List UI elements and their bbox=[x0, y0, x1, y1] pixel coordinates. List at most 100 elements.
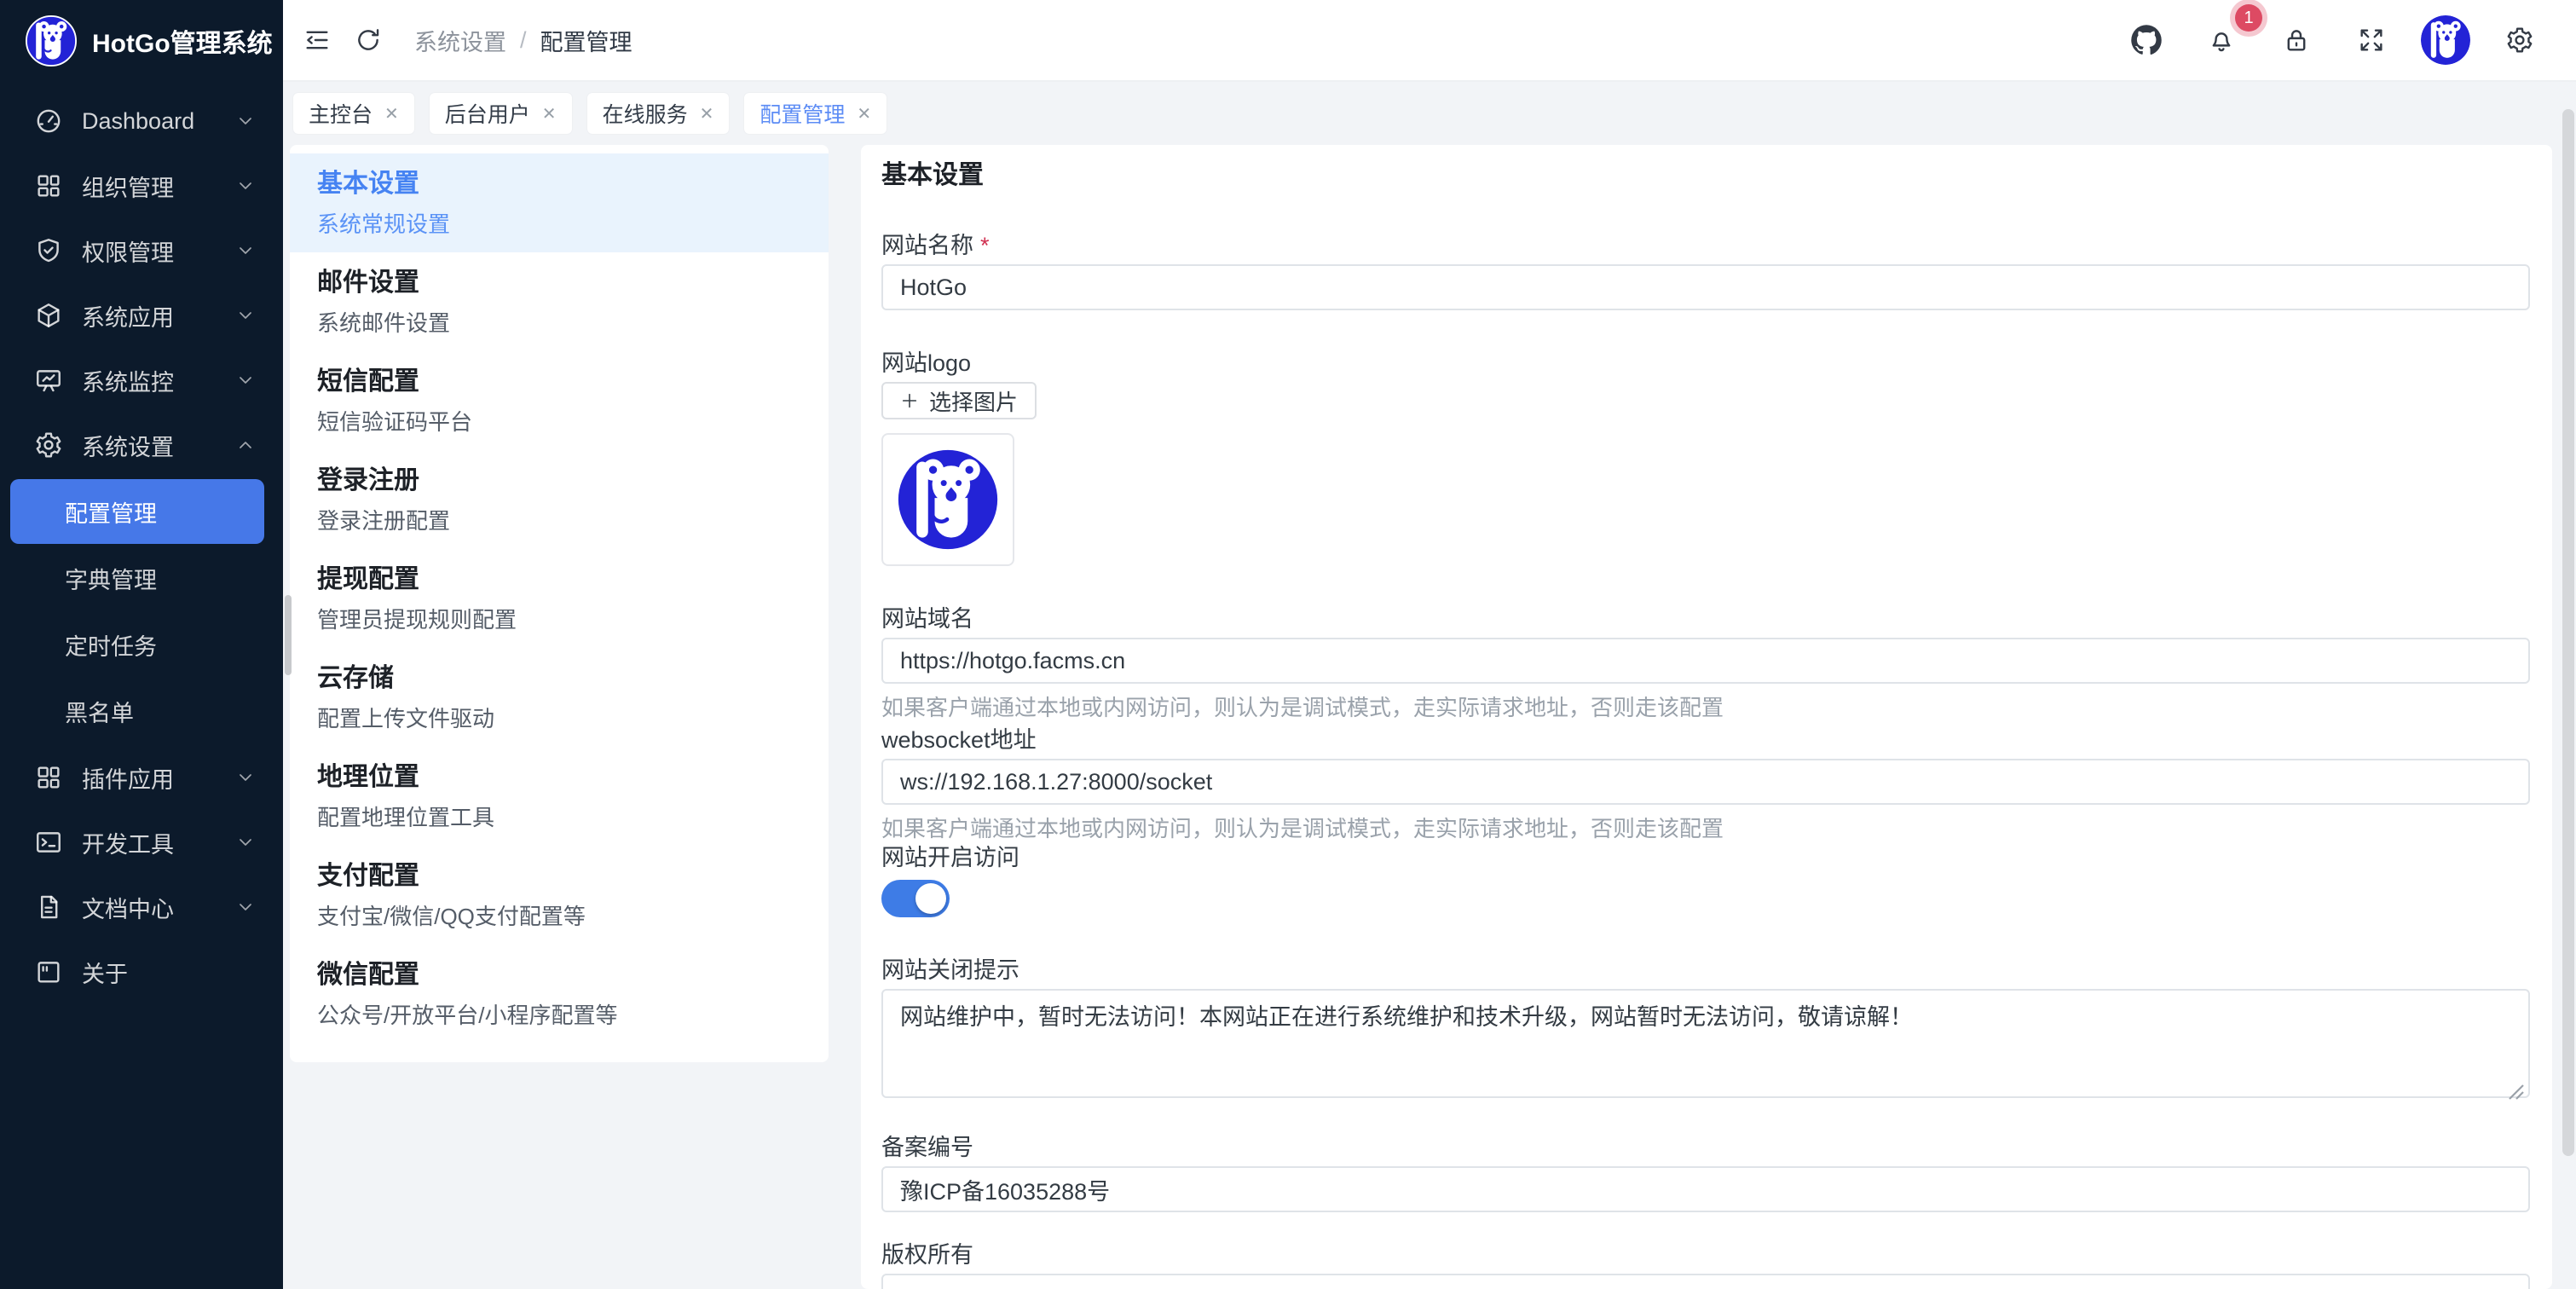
fullscreen-button[interactable] bbox=[2346, 14, 2397, 66]
sidebar-subitem-label: 定时任务 bbox=[65, 628, 157, 662]
settings-menu-item-sms[interactable]: 短信配置 短信验证码平台 bbox=[290, 351, 829, 450]
settings-menu-item-email[interactable]: 邮件设置 系统邮件设置 bbox=[290, 252, 829, 351]
sidebar-subitem-dictionary[interactable]: 字典管理 bbox=[10, 546, 264, 610]
document-icon bbox=[34, 893, 63, 922]
lock-screen-button[interactable] bbox=[2271, 14, 2322, 66]
sidebar-item-organization[interactable]: 组织管理 bbox=[0, 153, 283, 218]
site-logo-label: 网站logo bbox=[881, 348, 2530, 379]
sidebar-item-about[interactable]: 关于 bbox=[0, 939, 283, 1004]
sidebar-item-permissions[interactable]: 权限管理 bbox=[0, 218, 283, 283]
sidebar-subitem-blacklist[interactable]: 黑名单 bbox=[10, 679, 264, 743]
chevron-down-icon bbox=[235, 897, 256, 917]
sidebar-collapse-button[interactable] bbox=[292, 14, 343, 66]
chevron-up-icon bbox=[235, 435, 256, 455]
sidebar-item-docs[interactable]: 文档中心 bbox=[0, 875, 283, 939]
notifications-button[interactable]: 1 bbox=[2196, 14, 2247, 66]
domain-input[interactable] bbox=[881, 638, 2530, 684]
chevron-down-icon bbox=[235, 767, 256, 788]
site-name-input[interactable] bbox=[881, 264, 2530, 310]
settings-menu-scrollbar-thumb[interactable] bbox=[285, 595, 292, 675]
sidebar-nav: Dashboard 组织管理 权限管理 系统应用 系统监控 bbox=[0, 82, 283, 1004]
plus-icon bbox=[900, 391, 919, 410]
icp-label: 备案编号 bbox=[881, 1132, 2530, 1163]
site-name-label: 网站名称* bbox=[881, 230, 2530, 261]
user-avatar[interactable] bbox=[2421, 15, 2470, 65]
github-icon[interactable] bbox=[2121, 14, 2172, 66]
tab-close-icon[interactable]: ✕ bbox=[384, 103, 399, 124]
dashboard-icon bbox=[34, 107, 63, 136]
site-open-label: 网站开启访问 bbox=[881, 842, 2530, 873]
sidebar-item-system-apps[interactable]: 系统应用 bbox=[0, 283, 283, 348]
sidebar: HotGo管理系统 Dashboard 组织管理 权限管理 系统应用 bbox=[0, 0, 283, 1289]
tab-config-management[interactable]: 配置管理 ✕ bbox=[744, 93, 887, 134]
settings-menu-item-withdraw[interactable]: 提现配置 管理员提现规则配置 bbox=[290, 549, 829, 648]
tab-close-icon[interactable]: ✕ bbox=[857, 103, 871, 124]
sidebar-item-plugins[interactable]: 插件应用 bbox=[0, 745, 283, 810]
chevron-down-icon bbox=[235, 176, 256, 196]
tab-close-icon[interactable]: ✕ bbox=[700, 103, 714, 124]
sidebar-item-label: 开发工具 bbox=[82, 826, 235, 859]
sidebar-item-system-monitor[interactable]: 系统监控 bbox=[0, 348, 283, 413]
tab-online-service[interactable]: 在线服务 ✕ bbox=[587, 93, 730, 134]
close-tip-textarea[interactable]: 网站维护中，暂时无法访问！本网站正在进行系统维护和技术升级，网站暂时无法访问，敬… bbox=[881, 989, 2530, 1098]
tab-label: 主控台 bbox=[309, 98, 373, 129]
basic-settings-form: 基本设置 网站名称* 网站logo 选择图片 网站域名 如果客户端通过本地或内网… bbox=[861, 145, 2552, 1289]
sidebar-subitem-cron-tasks[interactable]: 定时任务 bbox=[10, 612, 264, 677]
websocket-input[interactable] bbox=[881, 759, 2530, 805]
settings-menu-item-payment[interactable]: 支付配置 支付宝/微信/QQ支付配置等 bbox=[290, 846, 829, 945]
refresh-button[interactable] bbox=[343, 14, 394, 66]
chevron-down-icon bbox=[235, 832, 256, 853]
tab-label: 后台用户 bbox=[445, 98, 530, 129]
settings-gear-icon[interactable] bbox=[2494, 14, 2545, 66]
tab-close-icon[interactable]: ✕ bbox=[542, 103, 557, 124]
sidebar-item-dashboard[interactable]: Dashboard bbox=[0, 89, 283, 153]
cube-icon bbox=[34, 301, 63, 330]
monitor-icon bbox=[34, 366, 63, 395]
site-open-toggle[interactable] bbox=[881, 880, 950, 917]
koala-logo-image bbox=[895, 447, 1001, 552]
tab-label: 在线服务 bbox=[603, 98, 688, 129]
main-scrollbar-thumb[interactable] bbox=[2562, 109, 2574, 1156]
chevron-down-icon bbox=[235, 240, 256, 261]
header-actions: 1 bbox=[2121, 14, 2576, 66]
app-logo[interactable]: HotGo管理系统 bbox=[0, 0, 283, 82]
sidebar-item-label: 插件应用 bbox=[82, 761, 235, 795]
breadcrumb-current[interactable]: 配置管理 bbox=[540, 24, 632, 57]
chevron-down-icon bbox=[235, 305, 256, 326]
settings-menu-item-basic[interactable]: 基本设置 系统常规设置 bbox=[290, 153, 829, 252]
hotgo-admin-app: HotGo管理系统 Dashboard 组织管理 权限管理 系统应用 bbox=[0, 0, 2576, 1289]
settings-menu-item-login[interactable]: 登录注册 登录注册配置 bbox=[290, 450, 829, 549]
settings-menu-item-wechat[interactable]: 微信配置 公众号/开放平台/小程序配置等 bbox=[290, 945, 829, 1043]
tab-admin-users[interactable]: 后台用户 ✕ bbox=[430, 93, 572, 134]
sidebar-subitem-label: 字典管理 bbox=[65, 562, 157, 595]
sidebar-subitem-config-management[interactable]: 配置管理 bbox=[10, 479, 264, 544]
site-logo-preview[interactable] bbox=[881, 433, 1014, 566]
copyright-label: 版权所有 bbox=[881, 1240, 2530, 1270]
breadcrumb-parent[interactable]: 系统设置 bbox=[414, 24, 506, 57]
sidebar-item-label: 系统监控 bbox=[82, 364, 235, 397]
domain-help-text: 如果客户端通过本地或内网访问，则认为是调试模式，走实际请求地址，否则走该配置 bbox=[881, 694, 2530, 721]
sidebar-item-label: 文档中心 bbox=[82, 891, 235, 924]
sidebar-item-label: 权限管理 bbox=[82, 234, 235, 268]
tab-dashboard[interactable]: 主控台 ✕ bbox=[293, 93, 414, 134]
icp-input[interactable] bbox=[881, 1166, 2530, 1212]
settings-menu-item-cloud-storage[interactable]: 云存储 配置上传文件驱动 bbox=[290, 648, 829, 747]
choose-image-button[interactable]: 选择图片 bbox=[881, 382, 1037, 419]
sidebar-item-label: 关于 bbox=[82, 956, 256, 989]
breadcrumb: 系统设置 / 配置管理 bbox=[414, 24, 632, 57]
websocket-label: websocket地址 bbox=[881, 725, 2530, 755]
sidebar-subitem-label: 配置管理 bbox=[65, 495, 157, 529]
sidebar-subitem-label: 黑名单 bbox=[65, 695, 134, 728]
shield-check-icon bbox=[34, 236, 63, 265]
plugin-grid-icon bbox=[34, 763, 63, 792]
sidebar-item-label: 系统设置 bbox=[82, 429, 235, 462]
sidebar-item-dev-tools[interactable]: 开发工具 bbox=[0, 810, 283, 875]
settings-menu-panel: 基本设置 系统常规设置 邮件设置 系统邮件设置 短信配置 短信验证码平台 登录注… bbox=[290, 145, 829, 1062]
settings-menu-item-geo[interactable]: 地理位置 配置地理位置工具 bbox=[290, 747, 829, 846]
copyright-input[interactable] bbox=[881, 1274, 2530, 1289]
page-tabs: 主控台 ✕ 后台用户 ✕ 在线服务 ✕ 配置管理 ✕ bbox=[283, 82, 2576, 145]
sidebar-item-system-settings[interactable]: 系统设置 bbox=[0, 413, 283, 477]
form-section-title: 基本设置 bbox=[881, 159, 2530, 193]
close-tip-label: 网站关闭提示 bbox=[881, 955, 2530, 986]
resize-grip-icon[interactable] bbox=[2508, 1076, 2525, 1093]
